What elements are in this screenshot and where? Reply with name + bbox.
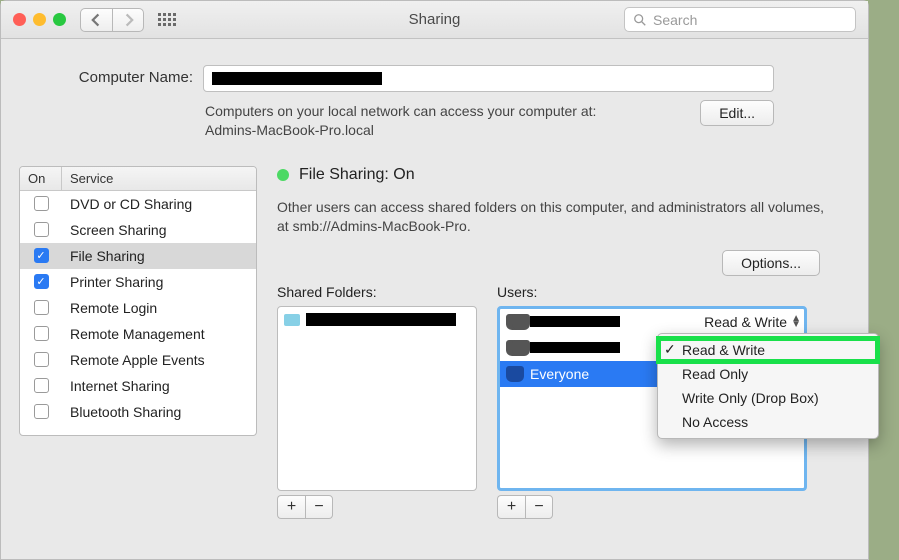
col-service[interactable]: Service: [62, 167, 256, 190]
window-controls: [13, 13, 66, 26]
shared-folders-label: Shared Folders:: [277, 284, 477, 300]
remove-folder-button[interactable]: −: [305, 495, 333, 519]
status-desc: Other users can access shared folders on…: [277, 198, 850, 236]
service-row[interactable]: Screen Sharing: [20, 217, 256, 243]
service-checkbox[interactable]: [34, 326, 49, 341]
service-row[interactable]: ✓ File Sharing: [20, 243, 256, 269]
add-folder-button[interactable]: +: [277, 495, 305, 519]
service-checkbox[interactable]: [34, 404, 49, 419]
service-checkbox[interactable]: ✓: [34, 248, 49, 263]
service-label: Remote Management: [62, 326, 256, 342]
options-button[interactable]: Options...: [722, 250, 820, 276]
preferences-window: Sharing Search Computer Name: Computers …: [0, 0, 869, 560]
menu-item[interactable]: Read Only: [658, 362, 878, 386]
service-row[interactable]: ✓ Printer Sharing: [20, 269, 256, 295]
edit-button[interactable]: Edit...: [700, 100, 774, 126]
menu-item[interactable]: No Access: [658, 410, 878, 434]
menu-item-label: Read Only: [682, 366, 748, 382]
menu-item[interactable]: ✓ Read & Write: [658, 338, 878, 362]
show-all-icon[interactable]: [158, 10, 182, 30]
stepper-icon[interactable]: ▲▼: [791, 316, 801, 328]
service-checkbox[interactable]: ✓: [34, 274, 49, 289]
computer-name-label: Computer Name:: [53, 65, 193, 86]
col-on[interactable]: On: [20, 167, 62, 190]
service-label: Remote Apple Events: [62, 352, 256, 368]
remove-user-button[interactable]: −: [525, 495, 553, 519]
redacted-bar: [212, 72, 382, 85]
shared-folders-list[interactable]: [277, 306, 477, 491]
service-checkbox[interactable]: [34, 196, 49, 211]
add-user-button[interactable]: +: [497, 495, 525, 519]
service-row[interactable]: Remote Login: [20, 295, 256, 321]
menu-item-label: Read & Write: [682, 342, 765, 358]
service-label: File Sharing: [62, 248, 256, 264]
service-row[interactable]: Internet Sharing: [20, 373, 256, 399]
service-checkbox[interactable]: [34, 222, 49, 237]
search-input[interactable]: Search: [624, 7, 856, 32]
menu-item-label: Write Only (Drop Box): [682, 390, 819, 406]
service-label: Printer Sharing: [62, 274, 256, 290]
close-icon[interactable]: [13, 13, 26, 26]
forward-button[interactable]: [112, 8, 144, 32]
redacted-bar: [530, 342, 620, 353]
titlebar: Sharing Search: [1, 1, 868, 39]
redacted-bar: [306, 313, 456, 326]
zoom-icon[interactable]: [53, 13, 66, 26]
user-name: Everyone: [530, 366, 589, 382]
service-row[interactable]: DVD or CD Sharing: [20, 191, 256, 217]
folder-icon: [284, 314, 300, 326]
service-row[interactable]: Remote Management: [20, 321, 256, 347]
redacted-bar: [530, 316, 620, 327]
computer-name-input[interactable]: [203, 65, 774, 92]
menu-item[interactable]: Write Only (Drop Box): [658, 386, 878, 410]
service-label: DVD or CD Sharing: [62, 196, 256, 212]
service-label: Remote Login: [62, 300, 256, 316]
permission-selector[interactable]: Read & Write ▲▼: [704, 314, 801, 330]
service-row[interactable]: Remote Apple Events: [20, 347, 256, 373]
back-button[interactable]: [80, 8, 112, 32]
access-subtext: Computers on your local network can acce…: [205, 102, 596, 140]
menu-item-label: No Access: [682, 414, 748, 430]
service-label: Screen Sharing: [62, 222, 256, 238]
status-title: File Sharing: On: [299, 166, 415, 184]
user-icon: [506, 340, 524, 356]
services-list: On Service DVD or CD Sharing Screen Shari…: [19, 166, 257, 436]
service-row[interactable]: Bluetooth Sharing: [20, 399, 256, 425]
service-checkbox[interactable]: [34, 300, 49, 315]
list-item[interactable]: [278, 307, 476, 333]
service-label: Bluetooth Sharing: [62, 404, 256, 420]
status-indicator-icon: [277, 169, 289, 181]
permission-menu: ✓ Read & Write Read Only Write Only (Drop B…: [657, 333, 879, 439]
service-label: Internet Sharing: [62, 378, 256, 394]
user-icon: [506, 314, 524, 330]
check-icon: ✓: [664, 341, 676, 358]
nav-buttons: [80, 8, 144, 32]
service-checkbox[interactable]: [34, 378, 49, 393]
minimize-icon[interactable]: [33, 13, 46, 26]
service-checkbox[interactable]: [34, 352, 49, 367]
user-row[interactable]: Read & Write ▲▼: [500, 309, 804, 335]
search-icon: [633, 13, 647, 27]
users-label: Users:: [497, 284, 807, 300]
user-icon: [506, 366, 524, 382]
search-placeholder: Search: [653, 12, 697, 28]
